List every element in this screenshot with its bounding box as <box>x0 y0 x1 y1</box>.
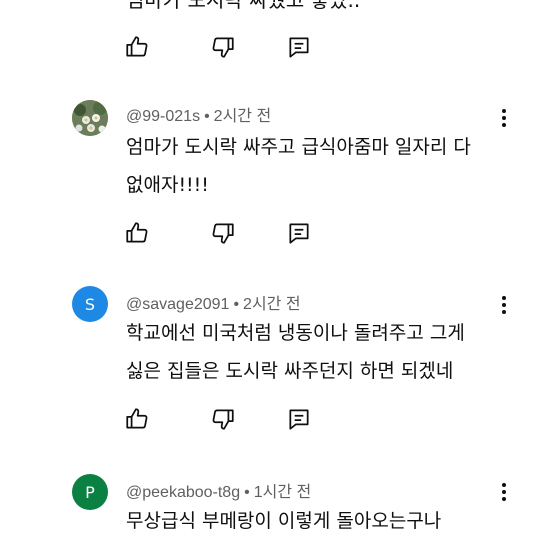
meta-separator: • <box>204 108 210 125</box>
reply-icon[interactable] <box>286 220 312 246</box>
comment-meta: @peekaboo-t8g • 1시간 전 <box>126 478 311 502</box>
thumbs-up-icon[interactable] <box>124 406 150 432</box>
comment-text: 무상급식 부메랑이 이렇게 돌아오는구나 <box>126 502 480 540</box>
comment-author[interactable]: @99-021s <box>126 108 200 125</box>
avatar[interactable]: S <box>72 286 108 322</box>
comment-author[interactable]: @savage2091 <box>126 296 229 313</box>
meta-separator: • <box>244 484 250 501</box>
thumbs-down-icon[interactable] <box>210 34 236 60</box>
comment-text-line: 학교에선 미국처럼 냉동이나 돌려주고 그게 <box>126 322 465 344</box>
comment-author[interactable]: @peekaboo-t8g <box>126 484 240 501</box>
comment-meta: @savage2091 • 2시간 전 <box>126 290 301 314</box>
avatar[interactable]: P <box>72 474 108 510</box>
meta-separator: • <box>233 296 240 313</box>
reply-icon[interactable] <box>286 406 312 432</box>
more-vert-icon[interactable] <box>496 480 512 504</box>
reply-icon[interactable] <box>286 34 312 60</box>
comment-time: 2시간 전 <box>243 296 301 313</box>
comment-text-line: 무상급식 부메랑이 이렇게 돌아오는구나 <box>126 510 442 532</box>
comment-text: 엄마가 도시락 싸주고 급식아줌마 일자리 다 없애자!!!! <box>126 128 480 204</box>
comment-time: 2시간 전 <box>213 108 272 125</box>
previous-comment-text: 엄마가 도시락 싸줬고 좋았.. <box>126 0 361 12</box>
comment-text: 학교에선 미국처럼 냉동이나 돌려주고 그게 싫은 집들은 도시락 싸주던지 하… <box>126 314 480 390</box>
thumbs-up-icon[interactable] <box>124 34 150 60</box>
comment-time: 1시간 전 <box>253 484 312 501</box>
more-vert-icon[interactable] <box>496 293 512 317</box>
comment-text-line: 싫은 집들은 도시락 싸주던지 하면 되겠네 <box>126 360 454 382</box>
thumbs-up-icon[interactable] <box>124 220 150 246</box>
thumbs-down-icon[interactable] <box>210 220 236 246</box>
more-vert-icon[interactable] <box>496 106 512 130</box>
comment-meta: @99-021s • 2시간 전 <box>126 102 271 126</box>
thumbs-down-icon[interactable] <box>210 406 236 432</box>
comment-text-line: 없애자!!!! <box>126 174 209 196</box>
avatar[interactable] <box>72 100 108 136</box>
comment-text-line: 엄마가 도시락 싸주고 급식아줌마 일자리 다 <box>126 136 471 158</box>
